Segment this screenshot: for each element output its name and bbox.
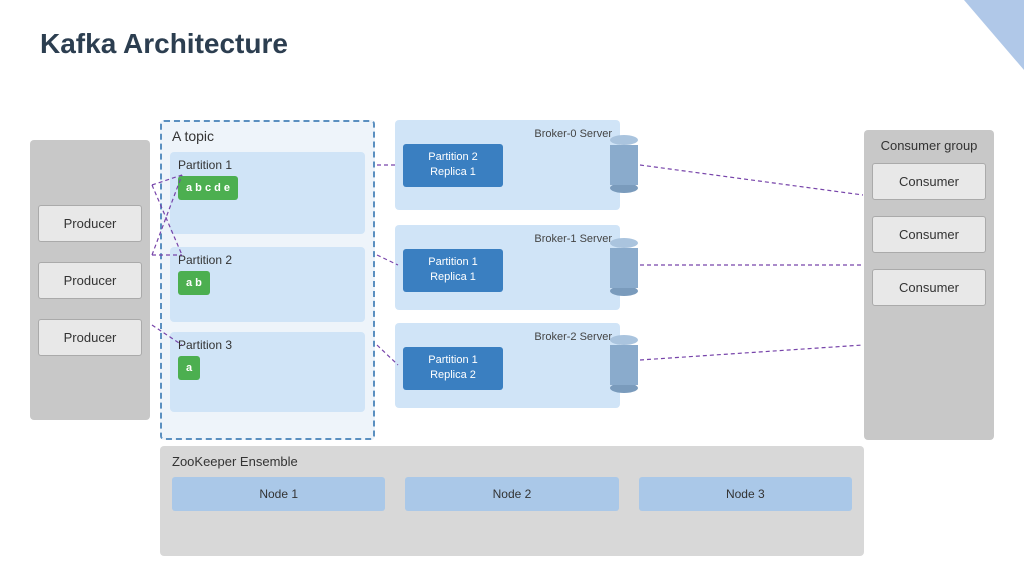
cylinder-1: [610, 238, 638, 296]
consumer-box-2: Consumer: [872, 216, 986, 253]
page-title: Kafka Architecture: [40, 28, 288, 60]
node-3: Node 3: [639, 477, 852, 511]
topic-label: A topic: [172, 128, 214, 144]
broker-2-label: Broker-2 Server: [403, 331, 612, 343]
partition-2-databar: a b: [178, 271, 210, 295]
node-1: Node 1: [172, 477, 385, 511]
partition-2: Partition 2 a b: [170, 247, 365, 322]
broker-1-label: Broker-1 Server: [403, 233, 612, 245]
broker-0-replica: Partition 2Replica 1: [403, 144, 503, 187]
producer-box-3: Producer: [38, 319, 142, 356]
cylinder-0: [610, 135, 638, 193]
partition-1-data: a b c d e: [178, 176, 357, 200]
consumer-group-label: Consumer group: [872, 138, 986, 153]
consumer-box-1: Consumer: [872, 163, 986, 200]
partition-2-data: a b: [178, 271, 357, 295]
partition-1-label: Partition 1: [178, 158, 357, 172]
broker-0-area: Broker-0 Server Partition 2Replica 1: [395, 120, 620, 210]
partition-3: Partition 3 a: [170, 332, 365, 412]
partition-3-label: Partition 3: [178, 338, 357, 352]
node-2: Node 2: [405, 477, 618, 511]
partition-1: Partition 1 a b c d e: [170, 152, 365, 234]
broker-1-area: Broker-1 Server Partition 1Replica 1: [395, 225, 620, 310]
partition-2-label: Partition 2: [178, 253, 357, 267]
partition-3-data: a: [178, 356, 357, 380]
consumer-group-box: Consumer group Consumer Consumer Consume…: [864, 130, 994, 440]
cylinder-2: [610, 335, 638, 393]
broker-1-replica: Partition 1Replica 1: [403, 249, 503, 292]
producer-box-1: Producer: [38, 205, 142, 242]
zookeeper-box: ZooKeeper Ensemble Node 1 Node 2 Node 3: [160, 446, 864, 556]
broker-2-replica: Partition 1Replica 2: [403, 347, 503, 390]
zookeeper-label: ZooKeeper Ensemble: [172, 454, 852, 469]
topic-box: A topic Partition 1 a b c d e Partition …: [160, 120, 375, 440]
consumer-box-3: Consumer: [872, 269, 986, 306]
diagram: Producer Producer Producer A topic Parti…: [30, 90, 994, 556]
broker-0-label: Broker-0 Server: [403, 128, 612, 140]
broker-2-area: Broker-2 Server Partition 1Replica 2: [395, 323, 620, 408]
producers-group: Producer Producer Producer: [30, 140, 150, 420]
producer-box-2: Producer: [38, 262, 142, 299]
partition-3-databar: a: [178, 356, 200, 380]
deco-shape: [964, 0, 1024, 70]
partition-1-databar: a b c d e: [178, 176, 238, 200]
nodes-row: Node 1 Node 2 Node 3: [172, 477, 852, 511]
